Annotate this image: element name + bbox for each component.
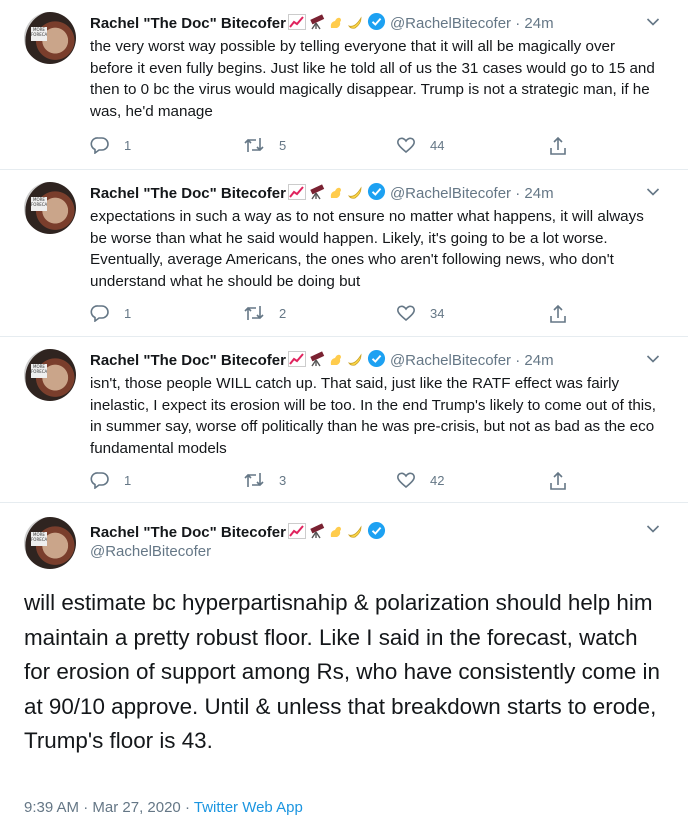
avatar-sign: MORE FORECAST	[31, 532, 47, 546]
chevron-down-icon[interactable]	[646, 351, 660, 369]
tweet-actions: 1 2 34	[90, 304, 590, 324]
retweet-icon	[244, 473, 264, 487]
verified-badge-icon	[367, 182, 386, 207]
reply-button[interactable]: 1	[90, 304, 131, 322]
tweet-time[interactable]: 24m	[524, 185, 553, 202]
thread-reply-1[interactable]: MORE FORECAST Rachel "The Doc" Bitecofer…	[0, 0, 688, 170]
retweet-icon	[244, 138, 264, 152]
reply-icon	[90, 137, 109, 154]
avatar[interactable]: MORE FORECAST	[24, 182, 76, 234]
like-button[interactable]: 34	[396, 304, 444, 322]
like-count: 44	[430, 137, 445, 153]
tweet-metadata: 9:39 AM · Mar 27, 2020 · Twitter Web App	[24, 799, 303, 816]
bicep-emoji	[328, 523, 344, 545]
retweet-icon	[244, 306, 264, 320]
share-button[interactable]	[549, 304, 581, 324]
telescope-emoji	[308, 184, 326, 206]
heart-icon	[397, 137, 415, 154]
heart-icon	[397, 472, 415, 489]
tweet-actions: 1 3 42	[90, 471, 590, 491]
retweet-button[interactable]: 2	[243, 304, 286, 322]
tweet-actions: 1 5 44	[90, 136, 590, 156]
tweet-text: expectations in such a way as to not ens…	[90, 208, 644, 290]
reply-button[interactable]: 1	[90, 471, 131, 489]
avatar[interactable]: MORE FORECAST	[24, 517, 76, 569]
tweet-thread: MORE FORECAST Rachel "The Doc" Bitecofer…	[0, 0, 688, 829]
banana-emoji	[346, 14, 364, 36]
tweet-header: Rachel "The Doc" Bitecofer @RachelBitecof…	[90, 12, 554, 37]
share-button[interactable]	[549, 136, 581, 156]
separator-dot: ·	[515, 15, 521, 32]
chevron-down-icon[interactable]	[646, 14, 660, 32]
telescope-emoji	[308, 523, 326, 545]
retweet-count: 3	[279, 472, 287, 488]
share-icon	[550, 471, 566, 490]
chart-increasing-emoji	[287, 523, 306, 545]
tweet-header: Rachel "The Doc" Bitecofer @RachelBitecof…	[90, 182, 554, 207]
author-name[interactable]: Rachel "The Doc" Bitecofer	[90, 352, 286, 369]
avatar-sign: MORE FORECAST	[31, 197, 47, 211]
author-handle[interactable]: @RachelBitecofer	[90, 543, 211, 560]
reply-count: 1	[124, 137, 132, 153]
chevron-down-icon[interactable]	[646, 184, 660, 202]
banana-emoji	[346, 351, 364, 373]
source-app-link[interactable]: Twitter Web App	[194, 799, 303, 816]
share-icon	[550, 136, 566, 155]
share-icon	[550, 304, 566, 323]
telescope-emoji	[308, 14, 326, 36]
reply-icon	[90, 472, 109, 489]
bicep-emoji	[328, 351, 344, 373]
heart-icon	[397, 305, 415, 322]
reply-count: 1	[124, 305, 132, 321]
like-button[interactable]: 44	[396, 136, 444, 154]
like-count: 42	[430, 472, 445, 488]
thread-reply-2[interactable]: MORE FORECAST Rachel "The Doc" Bitecofer…	[0, 170, 688, 337]
bicep-emoji	[328, 184, 344, 206]
banana-emoji	[346, 523, 364, 545]
tweet-header: Rachel "The Doc" Bitecofer @RachelBitecof…	[90, 349, 554, 374]
telescope-emoji	[308, 351, 326, 373]
separator-dot: ·	[515, 185, 521, 202]
like-button[interactable]: 42	[396, 471, 444, 489]
author-handle[interactable]: @RachelBitecofer	[390, 185, 511, 202]
tweet-time[interactable]: 9:39 AM	[24, 799, 79, 816]
tweet-text: isn't, those people WILL catch up. That …	[90, 375, 656, 457]
author-handle[interactable]: @RachelBitecofer	[390, 352, 511, 369]
avatar-sign: MORE FORECAST	[31, 364, 47, 378]
reply-icon	[90, 305, 109, 322]
tweet-date[interactable]: Mar 27, 2020	[92, 799, 180, 816]
author-name[interactable]: Rachel "The Doc" Bitecofer	[90, 185, 286, 202]
tweet-text: will estimate bc hyperpartisnahip & pola…	[24, 590, 660, 753]
retweet-count: 2	[279, 305, 287, 321]
author-handle[interactable]: @RachelBitecofer	[390, 15, 511, 32]
retweet-button[interactable]: 3	[243, 471, 286, 489]
avatar[interactable]: MORE FORECAST	[24, 12, 76, 64]
chart-increasing-emoji	[287, 351, 306, 373]
reply-button[interactable]: 1	[90, 136, 131, 154]
tweet-time[interactable]: 24m	[524, 15, 553, 32]
avatar[interactable]: MORE FORECAST	[24, 349, 76, 401]
reply-count: 1	[124, 472, 132, 488]
chevron-down-icon[interactable]	[646, 521, 660, 539]
avatar-sign: MORE FORECAST	[31, 27, 47, 41]
tweet-time[interactable]: 24m	[524, 352, 553, 369]
retweet-button[interactable]: 5	[243, 136, 286, 154]
separator-dot: ·	[184, 799, 190, 816]
author-name[interactable]: Rachel "The Doc" Bitecofer	[90, 524, 286, 541]
chart-increasing-emoji	[287, 14, 306, 36]
share-button[interactable]	[549, 471, 581, 491]
bicep-emoji	[328, 14, 344, 36]
separator-dot: ·	[515, 352, 521, 369]
banana-emoji	[346, 184, 364, 206]
verified-badge-icon	[367, 521, 386, 546]
thread-reply-3[interactable]: MORE FORECAST Rachel "The Doc" Bitecofer…	[0, 337, 688, 503]
verified-badge-icon	[367, 12, 386, 37]
verified-badge-icon	[367, 349, 386, 374]
author-name[interactable]: Rachel "The Doc" Bitecofer	[90, 15, 286, 32]
chart-increasing-emoji	[287, 184, 306, 206]
tweet-text: the very worst way possible by telling e…	[90, 38, 655, 120]
like-count: 34	[430, 305, 445, 321]
retweet-count: 5	[279, 137, 287, 153]
separator-dot: ·	[83, 799, 89, 816]
